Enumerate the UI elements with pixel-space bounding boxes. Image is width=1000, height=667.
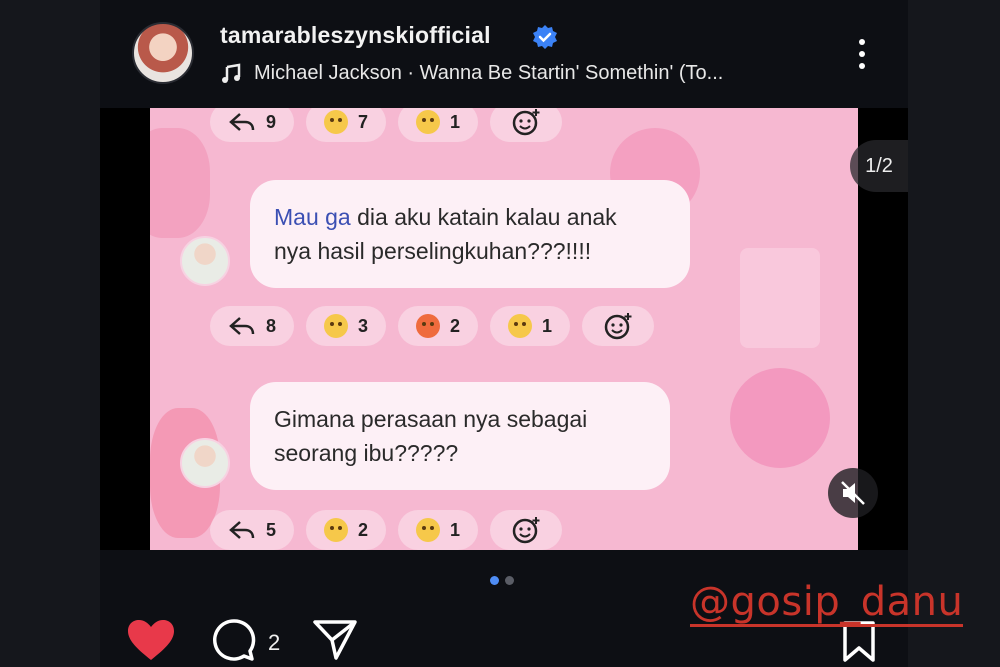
comment-text: seorang ibu????? (274, 440, 459, 466)
add-emoji-icon (604, 313, 632, 340)
reaction-pill[interactable]: 2 (306, 510, 387, 550)
post-media[interactable]: 9 7 1 Mau ga dia aku katain kalau anak n… (100, 108, 908, 550)
speaker-muted-icon (841, 481, 865, 505)
comment-lead-text: Mau ga (274, 204, 351, 230)
reaction-pill[interactable]: 2 (398, 306, 479, 346)
commenter-avatar (180, 438, 230, 488)
laughing-emoji-icon (508, 314, 533, 338)
reaction-count: 1 (542, 315, 553, 336)
add-reaction-button[interactable] (490, 510, 563, 550)
reaction-count: 3 (358, 315, 369, 336)
post-header: tamarableszynskiofficial Michael Jackson… (100, 0, 908, 108)
add-emoji-icon (512, 517, 540, 544)
reaction-count: 7 (358, 111, 369, 132)
reaction-pill[interactable]: 1 (398, 108, 479, 142)
comment-text: nya hasil perselingkuhan???!!!! (274, 238, 592, 264)
decor-clover (730, 368, 830, 468)
reaction-pill[interactable]: 1 (398, 510, 479, 550)
profile-avatar[interactable] (132, 22, 194, 84)
reply-arrow-icon (229, 521, 255, 539)
share-send-icon[interactable] (312, 618, 358, 662)
surprised-emoji-icon (324, 314, 349, 338)
comment-count: 2 (268, 630, 281, 655)
decor-card (740, 248, 820, 348)
reaction-row: 8 3 2 1 (210, 306, 655, 346)
reaction-row: 5 2 1 (210, 510, 563, 550)
music-info[interactable]: Michael Jackson · Wanna Be Startin' Some… (220, 62, 723, 85)
reaction-row-top: 9 7 1 (210, 108, 563, 142)
angry-emoji-icon (416, 314, 441, 338)
reaction-count: 2 (358, 519, 369, 540)
reaction-count: 2 (450, 315, 461, 336)
carousel-dot (505, 576, 514, 585)
grinning-emoji-icon (416, 518, 441, 542)
reply-arrow-icon (229, 317, 255, 335)
right-backdrop (908, 0, 1000, 667)
instagram-post: tamarableszynskiofficial Michael Jackson… (100, 0, 964, 667)
carousel-counter: 1/2 (850, 140, 908, 192)
reaction-pill[interactable]: 3 (306, 306, 387, 346)
reply-arrow-icon (229, 113, 255, 131)
decor-shape (150, 128, 210, 238)
music-note-icon (222, 63, 241, 83)
reaction-pill[interactable]: 7 (306, 108, 387, 142)
comment-text: dia aku katain kalau anak (350, 204, 617, 230)
watermark-text: @gosip_danu (690, 579, 964, 627)
reaction-pill[interactable]: 1 (490, 306, 571, 346)
reply-count-pill[interactable]: 5 (210, 510, 295, 550)
verified-badge-icon (533, 25, 557, 49)
more-vertical-icon[interactable] (852, 36, 872, 72)
carousel-dot-active (490, 576, 499, 585)
username-link[interactable]: tamarableszynskiofficial (220, 22, 491, 49)
mute-button[interactable] (828, 468, 878, 518)
add-emoji-icon (512, 109, 540, 136)
crying-emoji-icon (416, 110, 441, 134)
carousel-indicator (490, 576, 514, 585)
reply-count-pill[interactable]: 8 (210, 306, 295, 346)
like-heart-icon[interactable] (126, 618, 176, 662)
reply-count: 5 (266, 519, 277, 540)
reply-count: 9 (266, 111, 277, 132)
left-backdrop (0, 0, 100, 667)
reply-count: 8 (266, 315, 277, 336)
add-reaction-button[interactable] (490, 108, 563, 142)
comment-bubble: Mau ga dia aku katain kalau anak nya has… (250, 180, 690, 288)
comment-icon[interactable] (212, 618, 256, 662)
reaction-count: 1 (450, 519, 461, 540)
comment-bubble: Gimana perasaan nya sebagai seorang ibu?… (250, 382, 670, 490)
add-reaction-button[interactable] (582, 306, 655, 346)
commenter-avatar (180, 236, 230, 286)
crying-emoji-icon (324, 110, 349, 134)
reaction-count: 1 (450, 111, 461, 132)
crying-emoji-icon (324, 518, 349, 542)
music-label: Michael Jackson · Wanna Be Startin' Some… (254, 62, 724, 84)
comment-text: Gimana perasaan nya sebagai (274, 406, 588, 432)
reply-count-pill[interactable]: 9 (210, 108, 295, 142)
